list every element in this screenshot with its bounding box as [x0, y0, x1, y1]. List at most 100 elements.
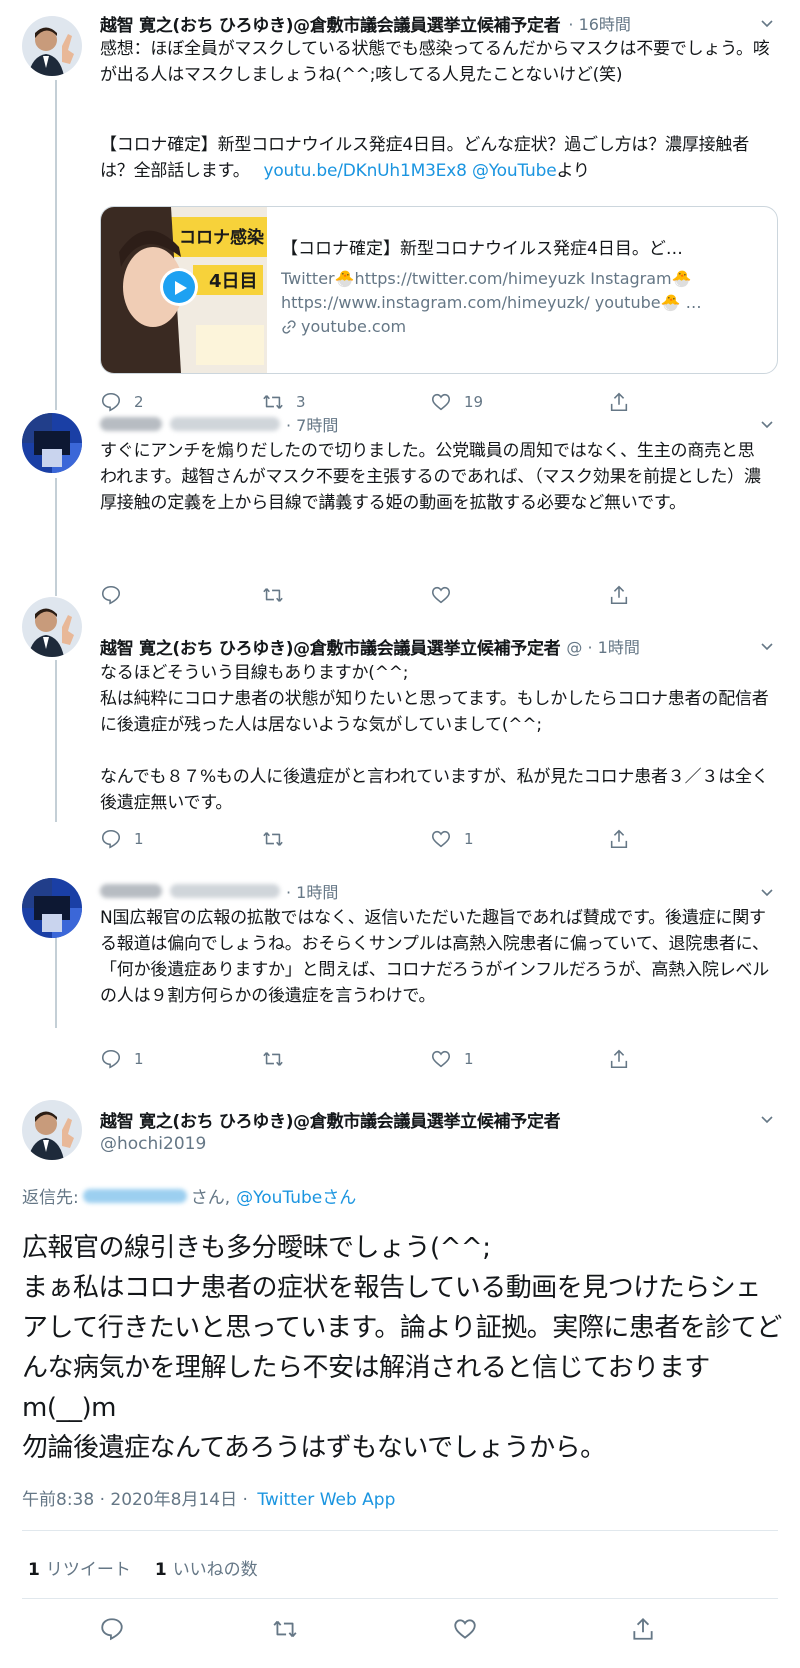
tweet-header: · 1時間: [100, 879, 338, 903]
thread-line: [55, 478, 57, 596]
retweet-icon: [262, 1048, 284, 1070]
author-name[interactable]: 越智 寛之(おち ひろゆき)@倉敷市議会議員選挙立候補予定者: [100, 634, 561, 659]
blurred-handle: [170, 417, 280, 431]
share-button[interactable]: [608, 583, 630, 607]
tweet-actions: 2 3 19: [100, 390, 660, 414]
reply-icon: [100, 584, 122, 606]
thumb-caption-day: 4日目: [209, 271, 258, 292]
card-description: Twitter🐣https://twitter.com/himeyuzk Ins…: [281, 267, 751, 315]
share-icon: [608, 1048, 630, 1070]
thumb-caption: コロナ感染: [179, 228, 264, 248]
like-button[interactable]: [430, 583, 452, 607]
chevron-down-icon[interactable]: [760, 886, 774, 900]
tweet-text: すぐにアンチを煽りだしたので切りました。公党職員の周知ではなく、生主の商売と思わ…: [100, 441, 761, 513]
reply-icon: [100, 1048, 122, 1070]
card-desc-line: https://www.instagram.com/himeyuzk/ yout…: [281, 293, 702, 312]
tweet-time[interactable]: · 1時間: [286, 879, 338, 903]
like-count: 19: [464, 393, 484, 411]
avatar[interactable]: [22, 597, 82, 657]
author-handle[interactable]: @hochi2019: [100, 1134, 206, 1154]
tweet-actions: 1 1: [100, 827, 660, 851]
chevron-down-icon[interactable]: [760, 418, 774, 432]
mention-link[interactable]: @YouTubeさん: [236, 1183, 356, 1208]
tweet-time[interactable]: · 7時間: [286, 412, 338, 436]
reply-button[interactable]: 1: [100, 1047, 144, 1071]
tweet-text-quote: 【コロナ確定】新型コロナウイルス発症4日目。どんな症状？過ごし方は？濃厚接触者は…: [100, 132, 770, 184]
retweet-count: 3: [296, 393, 306, 411]
play-icon[interactable]: [171, 279, 189, 297]
reply-button[interactable]: 1: [100, 827, 144, 851]
replying-to: 返信先: さん, @YouTubeさん: [22, 1183, 356, 1208]
main-handle-row: @hochi2019: [100, 1132, 206, 1156]
link-icon: [281, 319, 301, 335]
retweet-icon: [272, 1616, 298, 1642]
like-icon: [430, 1048, 452, 1070]
card-domain-text[interactable]: youtube.com: [301, 317, 406, 336]
like-stat-count: 1: [154, 1560, 167, 1580]
like-count: 1: [464, 830, 474, 848]
reply-button[interactable]: 2: [100, 390, 144, 414]
like-button[interactable]: 1: [430, 827, 474, 851]
tweet-text: 感想：ほぼ全員がマスクしている状態でも感染ってるんだからマスクは不要でしょう。咳…: [100, 39, 770, 85]
reply-icon: [100, 828, 122, 850]
share-button[interactable]: [608, 1047, 630, 1071]
share-icon: [608, 584, 630, 606]
engagement-stats: 1 リツイート 1 いいねの数: [28, 1555, 258, 1580]
like-stat[interactable]: 1 いいねの数: [155, 1555, 258, 1580]
share-icon: [608, 828, 630, 850]
retweet-button[interactable]: [262, 1047, 284, 1071]
avatar[interactable]: [22, 413, 82, 473]
avatar[interactable]: [22, 16, 82, 76]
thread-line: [55, 80, 57, 410]
chevron-down-icon[interactable]: [760, 17, 774, 31]
retweet-button[interactable]: [262, 827, 284, 851]
main-tweet-text: 広報官の線引きも多分曖昧でしょう(^^; まぁ私はコロナ患者の症状を報告している…: [22, 1233, 782, 1463]
blurred-handle: [170, 884, 280, 898]
retweet-icon: [262, 584, 284, 606]
like-icon: [452, 1616, 478, 1642]
source-app-link[interactable]: Twitter Web App: [257, 1490, 395, 1510]
mention-link[interactable]: @YouTube: [472, 161, 557, 181]
thread-line: [55, 660, 57, 822]
retweet-stat-count: 1: [28, 1560, 40, 1580]
tweet-header: 越智 寛之(おち ひろゆき)@倉敷市議会議員選挙立候補予定者 · 16時間: [100, 11, 631, 36]
avatar[interactable]: [22, 1100, 82, 1160]
like-icon: [430, 391, 452, 413]
retweet-icon: [262, 391, 284, 413]
retweet-button[interactable]: [262, 583, 284, 607]
reply-count: 1: [134, 830, 144, 848]
author-name[interactable]: 越智 寛之(おち ひろゆき)@倉敷市議会議員選挙立候補予定者: [100, 1107, 561, 1132]
reply-icon: [100, 391, 122, 413]
reply-button[interactable]: [100, 583, 122, 607]
timestamp-text[interactable]: 午前8:38 · 2020年8月14日 ·: [22, 1490, 248, 1510]
replying-to-label: 返信先:: [22, 1188, 79, 1208]
retweet-stat[interactable]: 1 リツイート: [28, 1555, 131, 1580]
chevron-down-icon[interactable]: [760, 1113, 774, 1127]
retweet-icon: [262, 828, 284, 850]
card-domain: youtube.com: [281, 317, 406, 336]
retweet-button[interactable]: [272, 1617, 298, 1641]
like-button[interactable]: [452, 1617, 478, 1641]
like-button[interactable]: 1: [430, 1047, 474, 1071]
like-button[interactable]: 19: [430, 390, 483, 414]
share-button[interactable]: [608, 827, 630, 851]
reply-count: 2: [134, 393, 144, 411]
tweet-link[interactable]: youtu.be/DKnUh1M3Ex8: [264, 161, 467, 181]
link-card[interactable]: コロナ感染 4日目 【コロナ確定】新型コロナウイルス発症4日目。ど… Twitt…: [100, 206, 778, 374]
share-button[interactable]: [630, 1617, 656, 1641]
tweet-actions: [100, 583, 660, 607]
card-title[interactable]: 【コロナ確定】新型コロナウイルス発症4日目。ど…: [281, 237, 761, 261]
author-name[interactable]: 越智 寛之(おち ひろゆき)@倉敷市議会議員選挙立候補予定者: [100, 11, 561, 36]
main-tweet-header: 越智 寛之(おち ひろゆき)@倉敷市議会議員選挙立候補予定者: [100, 1107, 561, 1132]
tweet-time[interactable]: @ · 1時間: [566, 634, 639, 658]
share-icon: [608, 391, 630, 413]
share-button[interactable]: [608, 390, 630, 414]
chevron-down-icon[interactable]: [760, 640, 774, 654]
retweet-button[interactable]: 3: [262, 390, 306, 414]
like-count: 1: [464, 1050, 474, 1068]
blurred-mention[interactable]: [82, 1188, 187, 1203]
reply-button[interactable]: [99, 1617, 125, 1641]
tweet-time[interactable]: · 16時間: [568, 11, 631, 35]
avatar[interactable]: [22, 878, 82, 938]
replying-to-suffix: さん,: [190, 1188, 231, 1208]
